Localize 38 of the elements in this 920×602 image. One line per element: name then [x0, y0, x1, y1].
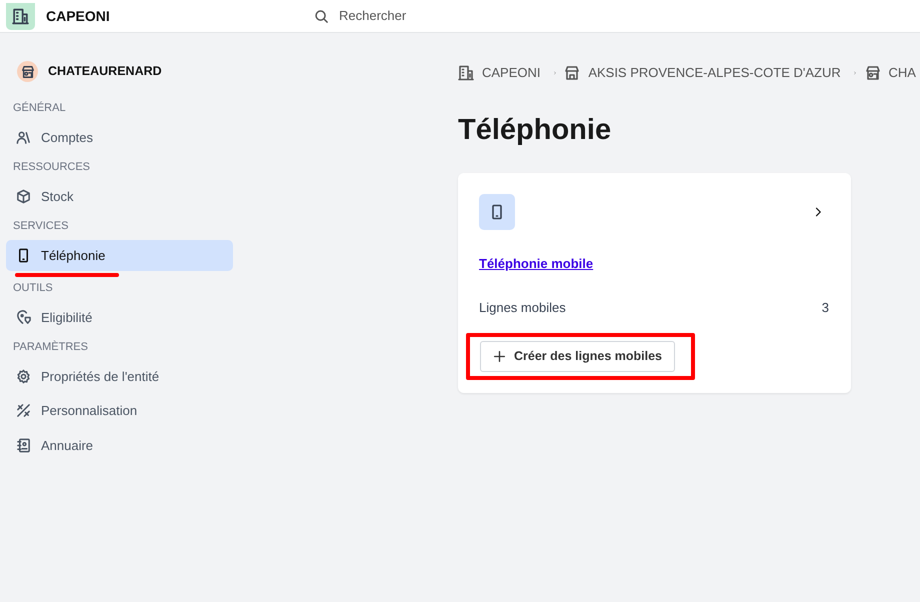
users-icon — [16, 130, 31, 145]
section-heading: OUTILS — [12, 281, 54, 296]
section-heading: SERVICES — [12, 219, 70, 234]
stat-value: 3 — [822, 298, 829, 317]
building-icon — [458, 64, 474, 81]
section-heading: PARAMÈTRES — [12, 340, 89, 355]
app-name: CAPEONI — [46, 6, 111, 26]
shop-icon — [20, 64, 34, 78]
sidebar-item[interactable]: Téléphonie — [6, 240, 233, 271]
map-pin-icon — [16, 310, 31, 325]
plus-icon — [493, 350, 506, 364]
store-icon — [564, 64, 580, 81]
address-book-icon — [16, 438, 31, 453]
settings-icon — [16, 368, 31, 384]
shop-icon — [864, 64, 881, 81]
sidebar-item[interactable]: Eligibilité — [6, 302, 233, 333]
section-heading: RESSOURCES — [12, 160, 92, 175]
search-field[interactable]: Rechercher — [337, 5, 537, 27]
mobile-phone-icon — [489, 204, 505, 220]
search-icon — [314, 8, 329, 24]
sidebar-item[interactable]: Propriétés de l'entité — [6, 360, 233, 392]
breadcrumb-link[interactable]: AKSIS PROVENCE-ALPES-COTE D'AZUR — [564, 63, 841, 82]
stat-label: Lignes mobiles — [479, 298, 566, 317]
box-icon — [16, 188, 31, 204]
sidebar-item[interactable]: Annuaire — [6, 430, 233, 461]
building-icon — [12, 8, 29, 24]
tools-icon — [16, 403, 31, 418]
page-title: Téléphonie — [458, 112, 612, 148]
sidebar-item[interactable]: Comptes — [6, 122, 233, 153]
section-heading: GÉNÉRAL — [12, 100, 67, 116]
create-button[interactable]: Créer des lignes mobiles — [480, 341, 675, 372]
sidebar-item[interactable]: Personnalisation — [6, 395, 233, 426]
mobile-phone-icon — [16, 248, 31, 263]
breadcrumb-link[interactable]: CHA — [864, 63, 916, 82]
service-link[interactable]: Téléphonie mobile — [479, 254, 594, 274]
breadcrumb-link[interactable]: CAPEONI — [458, 63, 541, 82]
entity-name: CHATEAURENARD — [48, 63, 162, 80]
sidebar-item[interactable]: Stock — [6, 180, 233, 212]
